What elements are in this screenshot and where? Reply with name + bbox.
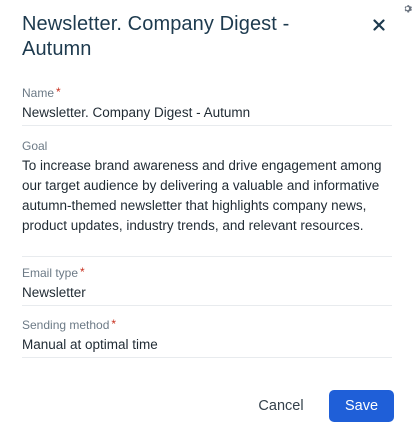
sending-method-field[interactable]: Sending method * Manual at optimal time [22, 318, 392, 358]
gear-icon[interactable] [402, 3, 412, 13]
email-type-field[interactable]: Email type * Newsletter [22, 266, 392, 306]
sending-method-label-text: Sending method [22, 318, 110, 332]
email-type-label: Email type * [22, 266, 392, 280]
cancel-button[interactable]: Cancel [250, 390, 312, 422]
close-icon [373, 19, 385, 31]
close-button[interactable] [370, 16, 388, 34]
edit-campaign-dialog: Newsletter. Company Digest - Autumn Name… [0, 0, 416, 443]
name-field[interactable]: Name * Newsletter. Company Digest - Autu… [22, 86, 392, 126]
dialog-header: Newsletter. Company Digest - Autumn [22, 12, 352, 62]
sending-method-label: Sending method * [22, 318, 392, 332]
goal-label: Goal [22, 139, 392, 153]
dialog-footer: Cancel Save [0, 390, 416, 422]
save-button[interactable]: Save [329, 390, 394, 422]
email-type-value[interactable]: Newsletter [22, 283, 392, 307]
dialog-title: Newsletter. Company Digest - Autumn [22, 13, 290, 60]
name-label-text: Name [22, 86, 55, 100]
name-value[interactable]: Newsletter. Company Digest - Autumn [22, 103, 392, 127]
required-mark: * [80, 265, 85, 279]
sending-method-value[interactable]: Manual at optimal time [22, 335, 392, 359]
goal-value[interactable]: To increase brand awareness and drive en… [22, 156, 392, 240]
email-type-label-text: Email type [22, 266, 79, 280]
goal-field[interactable]: Goal To increase brand awareness and dri… [22, 139, 392, 257]
goal-label-text: Goal [22, 139, 48, 153]
required-mark: * [56, 85, 61, 99]
name-label: Name * [22, 86, 392, 100]
required-mark: * [111, 317, 117, 331]
